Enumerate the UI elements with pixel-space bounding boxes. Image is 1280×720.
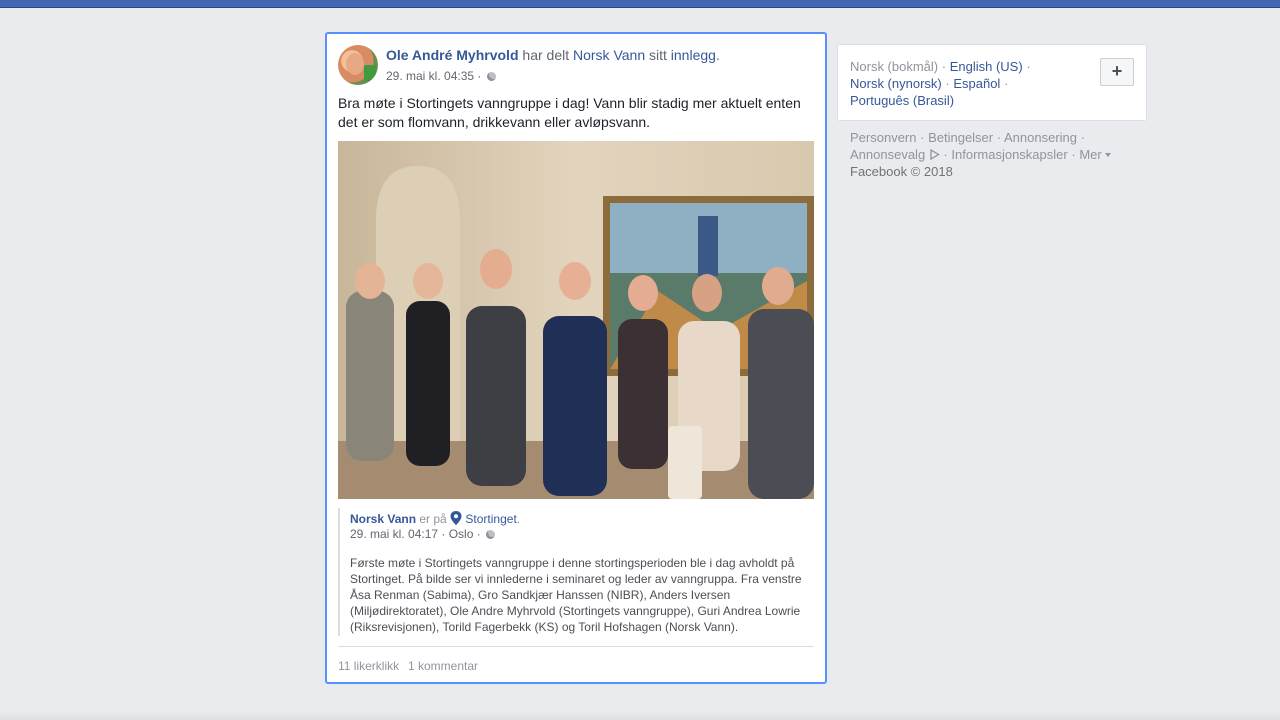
footer-link-more[interactable]: Mer: [1079, 147, 1101, 162]
possessive-word: sitt: [649, 47, 667, 63]
footer-links: Personvern · Betingelser · Annonsering ·…: [850, 129, 1130, 180]
add-language-button[interactable]: +: [1100, 58, 1134, 86]
group-photo-image: [338, 141, 814, 499]
ad-choices-icon[interactable]: [929, 148, 940, 161]
shared-post-link[interactable]: innlegg: [671, 47, 716, 63]
author-link[interactable]: Ole André Myhrvold: [386, 47, 519, 63]
language-list: Norsk (bokmål) · English (US) · Norsk (n…: [850, 59, 1031, 108]
shared-post-timestamp[interactable]: 29. mai kl. 04:17 · Oslo ·: [350, 527, 496, 541]
comments-count[interactable]: 1 kommentar: [408, 659, 478, 673]
language-portugues-brasil[interactable]: Português (Brasil): [850, 93, 954, 108]
language-english-us[interactable]: English (US): [950, 59, 1023, 74]
footer-link-advertising[interactable]: Annonsering: [1004, 130, 1077, 145]
post-footer: 11 likerklikk 1 kommentar: [338, 646, 814, 673]
location-pin-icon: [450, 511, 462, 525]
footer-link-cookies[interactable]: Informasjonskapsler: [951, 147, 1067, 162]
copyright: Facebook © 2018: [850, 164, 953, 179]
post-photo[interactable]: [338, 141, 814, 499]
shared-verb: har delt: [522, 47, 570, 63]
language-selector-box: Norsk (bokmål) · English (US) · Norsk (n…: [837, 44, 1147, 121]
post-body: Bra møte i Stortingets vanngruppe i dag!…: [338, 95, 801, 130]
shared-post: Norsk Vann er på Stortinget. 29. mai kl.…: [338, 508, 816, 636]
author-avatar[interactable]: [338, 45, 378, 85]
footer-link-terms[interactable]: Betingelser: [928, 130, 993, 145]
likes-count[interactable]: 11 likerklikk: [338, 659, 399, 673]
bottom-edge: [0, 712, 1280, 720]
post-headline: Ole André Myhrvold har delt Norsk Vann s…: [386, 47, 720, 63]
post-header: Ole André Myhrvold har delt Norsk Vann s…: [338, 45, 808, 87]
language-norsk-nynorsk[interactable]: Norsk (nynorsk): [850, 76, 942, 91]
footer-link-privacy[interactable]: Personvern: [850, 130, 916, 145]
location-link[interactable]: Stortinget: [465, 512, 516, 526]
shared-page-link[interactable]: Norsk Vann: [573, 47, 645, 63]
post-timestamp[interactable]: 29. mai kl. 04:35 ·: [386, 69, 496, 83]
shared-page-name-link[interactable]: Norsk Vann: [350, 512, 416, 526]
plus-icon: +: [1111, 61, 1123, 81]
caret-down-icon[interactable]: [1105, 152, 1112, 158]
footer-link-ad-choices[interactable]: Annonsevalg: [850, 147, 925, 162]
shared-post-text: Første møte i Stortingets vanngruppe i d…: [350, 556, 802, 634]
current-language: Norsk (bokmål): [850, 59, 939, 74]
language-espanol[interactable]: Español: [953, 76, 1000, 91]
top-navigation-bar: [0, 0, 1280, 8]
globe-icon[interactable]: [486, 530, 496, 539]
feed-post: Ole André Myhrvold har delt Norsk Vann s…: [325, 32, 827, 684]
shared-post-header: Norsk Vann er på Stortinget.: [350, 511, 521, 526]
globe-icon[interactable]: [486, 72, 496, 81]
